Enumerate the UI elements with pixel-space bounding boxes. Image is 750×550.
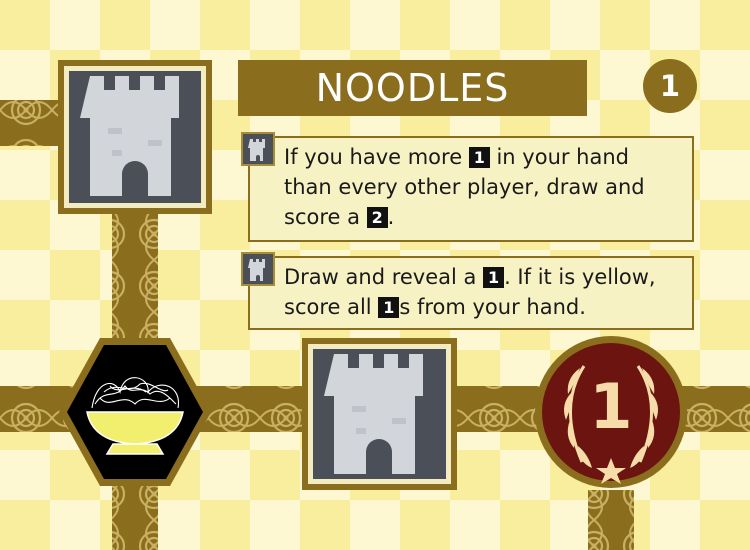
dogma-2-text-part: Draw and reveal a [284, 265, 484, 289]
dogma-1-text-part: score a [284, 205, 367, 229]
castle-icon [302, 338, 457, 490]
dogma-2-text-part: s from your hand. [399, 295, 586, 319]
noodles-card: NOODLES 1 If you have more 1 in your han… [0, 0, 750, 550]
dogma-2-text-part: . If it is yellow, [504, 265, 656, 289]
castle-icon [241, 252, 275, 286]
dogma-1-line-2: than every other player, draw and [284, 175, 645, 199]
dogma-effect-1-text: If you have more 1 in your hand than eve… [284, 142, 645, 232]
dogma-1-line-3: score a 2. [284, 202, 645, 232]
dogma-1-text-part: in your hand [489, 145, 630, 169]
castle-icon [58, 60, 212, 214]
dogma-2-line-2: score all 1s from your hand. [284, 292, 656, 322]
age-1-badge: 1 [468, 147, 490, 168]
age-1-badge: 1 [378, 297, 400, 318]
dogma-1-text-part: If you have more [284, 145, 469, 169]
age-badge: 1 [643, 59, 697, 113]
dogma-1-text-part: . [387, 205, 395, 229]
age-2-badge: 2 [366, 207, 388, 228]
dogma-2-line-1: Draw and reveal a 1. If it is yellow, [284, 262, 656, 292]
castle-icon [241, 132, 275, 166]
wreath-value: 1 [589, 370, 633, 443]
dogma-effect-2-text: Draw and reveal a 1. If it is yellow, sc… [284, 262, 656, 322]
age-1-badge: 1 [483, 267, 505, 288]
dogma-1-line-1: If you have more 1 in your hand [284, 142, 645, 172]
card-title: NOODLES [238, 60, 587, 116]
dogma-2-text-part: score all [284, 295, 379, 319]
